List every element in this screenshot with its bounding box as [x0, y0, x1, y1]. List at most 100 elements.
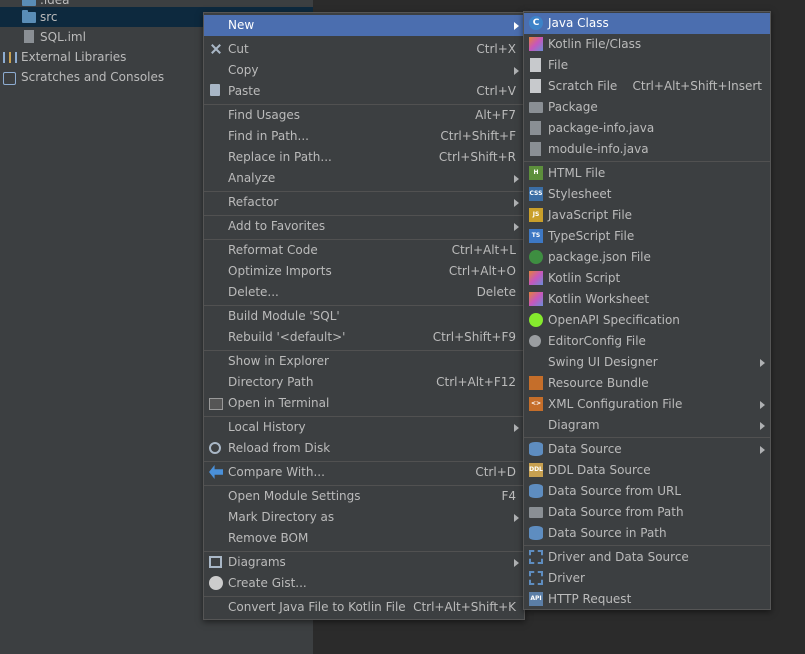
submenu-arrow-icon	[514, 424, 519, 432]
menu-item-label: JavaScript File	[548, 208, 633, 222]
menu-item-mark-directory-as[interactable]: Mark Directory as	[204, 507, 524, 528]
scratch-file-icon	[530, 79, 541, 93]
menu-item-open-module-settings[interactable]: Open Module Settings F4	[204, 486, 524, 507]
submenu-item-driver[interactable]: Driver	[524, 568, 770, 589]
menu-item-label: Find Usages	[228, 108, 301, 122]
submenu-item-swing-ui-designer[interactable]: Swing UI Designer	[524, 352, 770, 373]
menu-item-shortcut: F4	[501, 489, 516, 503]
submenu-item-kotlin-file[interactable]: Kotlin File/Class	[524, 34, 770, 55]
menu-item-shortcut: Ctrl+V	[476, 84, 516, 98]
submenu-item-kotlin-script[interactable]: Kotlin Script	[524, 268, 770, 289]
submenu-item-diagram[interactable]: Diagram	[524, 415, 770, 436]
menu-item-label: Swing UI Designer	[548, 355, 658, 369]
kotlin-icon	[529, 37, 543, 51]
menu-item-copy[interactable]: Copy	[204, 60, 524, 81]
submenu-item-package-info[interactable]: package-info.java	[524, 118, 770, 139]
new-submenu: C Java Class Kotlin File/Class File Scrat…	[523, 11, 771, 610]
js-icon: JS	[529, 208, 543, 222]
submenu-item-http-request[interactable]: API HTTP Request	[524, 589, 770, 610]
submenu-item-ddl-data-source[interactable]: DDL DDL Data Source	[524, 460, 770, 481]
menu-item-label: package.json File	[548, 250, 651, 264]
submenu-item-file[interactable]: File	[524, 55, 770, 76]
menu-item-show-in-explorer[interactable]: Show in Explorer	[204, 351, 524, 372]
tree-item-label: Scratches and Consoles	[21, 70, 165, 84]
submenu-arrow-icon	[514, 514, 519, 522]
menu-item-open-in-terminal[interactable]: Open in Terminal	[204, 393, 524, 414]
submenu-arrow-icon	[760, 422, 765, 430]
menu-item-directory-path[interactable]: Directory Path Ctrl+Alt+F12	[204, 372, 524, 393]
diagrams-icon	[209, 556, 222, 568]
submenu-item-stylesheet[interactable]: CSS Stylesheet	[524, 184, 770, 205]
menu-item-reformat-code[interactable]: Reformat Code Ctrl+Alt+L	[204, 240, 524, 261]
menu-item-create-gist[interactable]: Create Gist...	[204, 573, 524, 594]
submenu-item-editorconfig[interactable]: EditorConfig File	[524, 331, 770, 352]
submenu-item-data-source-url[interactable]: Data Source from URL	[524, 481, 770, 502]
menu-item-label: Rebuild '<default>'	[228, 330, 346, 344]
menu-item-build-module[interactable]: Build Module 'SQL'	[204, 306, 524, 327]
menu-item-label: Add to Favorites	[228, 219, 326, 233]
menu-item-shortcut: Alt+F7	[475, 108, 516, 122]
submenu-item-java-class[interactable]: C Java Class	[524, 13, 770, 34]
database-url-icon	[529, 484, 543, 498]
menu-item-label: package-info.java	[548, 121, 655, 135]
libraries-icon	[3, 52, 17, 63]
submenu-item-driver-and-data-source[interactable]: Driver and Data Source	[524, 547, 770, 568]
menu-item-diagrams[interactable]: Diagrams	[204, 552, 524, 573]
menu-item-find-in-path[interactable]: Find in Path... Ctrl+Shift+F	[204, 126, 524, 147]
submenu-item-data-source[interactable]: Data Source	[524, 439, 770, 460]
tree-item-label: External Libraries	[21, 50, 127, 64]
menu-item-compare-with[interactable]: Compare With... Ctrl+D	[204, 462, 524, 483]
menu-item-paste[interactable]: Paste Ctrl+V	[204, 81, 524, 102]
menu-item-rebuild[interactable]: Rebuild '<default>' Ctrl+Shift+F9	[204, 327, 524, 348]
menu-item-label: Compare With...	[228, 465, 325, 479]
menu-item-label: Analyze	[228, 171, 276, 185]
menu-item-find-usages[interactable]: Find Usages Alt+F7	[204, 105, 524, 126]
menu-item-refactor[interactable]: Refactor	[204, 192, 524, 213]
menu-item-shortcut: Ctrl+Alt+O	[448, 264, 516, 278]
menu-item-label: Open Module Settings	[228, 489, 361, 503]
submenu-item-kotlin-worksheet[interactable]: Kotlin Worksheet	[524, 289, 770, 310]
menu-item-shortcut: Ctrl+X	[476, 42, 516, 56]
submenu-item-resource-bundle[interactable]: Resource Bundle	[524, 373, 770, 394]
context-menu: New Cut Ctrl+X Copy Paste Ctrl+V Find Usag…	[203, 12, 525, 620]
submenu-item-html-file[interactable]: H HTML File	[524, 163, 770, 184]
menu-item-label: XML Configuration File	[548, 397, 683, 411]
menu-item-label: Reload from Disk	[228, 441, 331, 455]
submenu-item-module-info[interactable]: module-info.java	[524, 139, 770, 160]
submenu-item-scratch-file[interactable]: Scratch File Ctrl+Alt+Shift+Insert	[524, 76, 770, 97]
submenu-arrow-icon	[514, 67, 519, 75]
menu-item-convert-to-kotlin[interactable]: Convert Java File to Kotlin File Ctrl+Alt…	[204, 597, 524, 618]
menu-item-analyze[interactable]: Analyze	[204, 168, 524, 189]
menu-item-optimize-imports[interactable]: Optimize Imports Ctrl+Alt+O	[204, 261, 524, 282]
menu-item-delete[interactable]: Delete... Delete	[204, 282, 524, 303]
resource-bundle-icon	[529, 376, 543, 390]
menu-item-add-to-favorites[interactable]: Add to Favorites	[204, 216, 524, 237]
menu-item-local-history[interactable]: Local History	[204, 417, 524, 438]
folder-open-icon	[529, 507, 543, 518]
menu-item-replace-in-path[interactable]: Replace in Path... Ctrl+Shift+R	[204, 147, 524, 168]
menu-item-label: Stylesheet	[548, 187, 612, 201]
menu-item-new[interactable]: New	[204, 15, 524, 36]
menu-item-cut[interactable]: Cut Ctrl+X	[204, 39, 524, 60]
menu-item-label: Remove BOM	[228, 531, 309, 545]
menu-item-label: module-info.java	[548, 142, 649, 156]
submenu-item-package-json[interactable]: package.json File	[524, 247, 770, 268]
compare-icon	[209, 465, 223, 479]
submenu-item-javascript-file[interactable]: JS JavaScript File	[524, 205, 770, 226]
menu-item-label: Copy	[228, 63, 259, 77]
menu-item-label: Kotlin File/Class	[548, 37, 642, 51]
submenu-item-xml-config[interactable]: <> XML Configuration File	[524, 394, 770, 415]
submenu-item-openapi[interactable]: OpenAPI Specification	[524, 310, 770, 331]
menu-item-remove-bom[interactable]: Remove BOM	[204, 528, 524, 549]
submenu-item-package[interactable]: Package	[524, 97, 770, 118]
menu-item-reload-from-disk[interactable]: Reload from Disk	[204, 438, 524, 459]
menu-item-label: HTTP Request	[548, 592, 632, 606]
menu-item-label: Scratch File	[548, 79, 618, 93]
submenu-item-data-source-from-path[interactable]: Data Source from Path	[524, 502, 770, 523]
menu-item-label: Convert Java File to Kotlin File	[228, 600, 406, 614]
submenu-arrow-icon	[760, 401, 765, 409]
menu-item-label: Resource Bundle	[548, 376, 649, 390]
submenu-item-typescript-file[interactable]: TS TypeScript File	[524, 226, 770, 247]
menu-separator	[524, 545, 770, 546]
submenu-item-data-source-in-path[interactable]: Data Source in Path	[524, 523, 770, 544]
